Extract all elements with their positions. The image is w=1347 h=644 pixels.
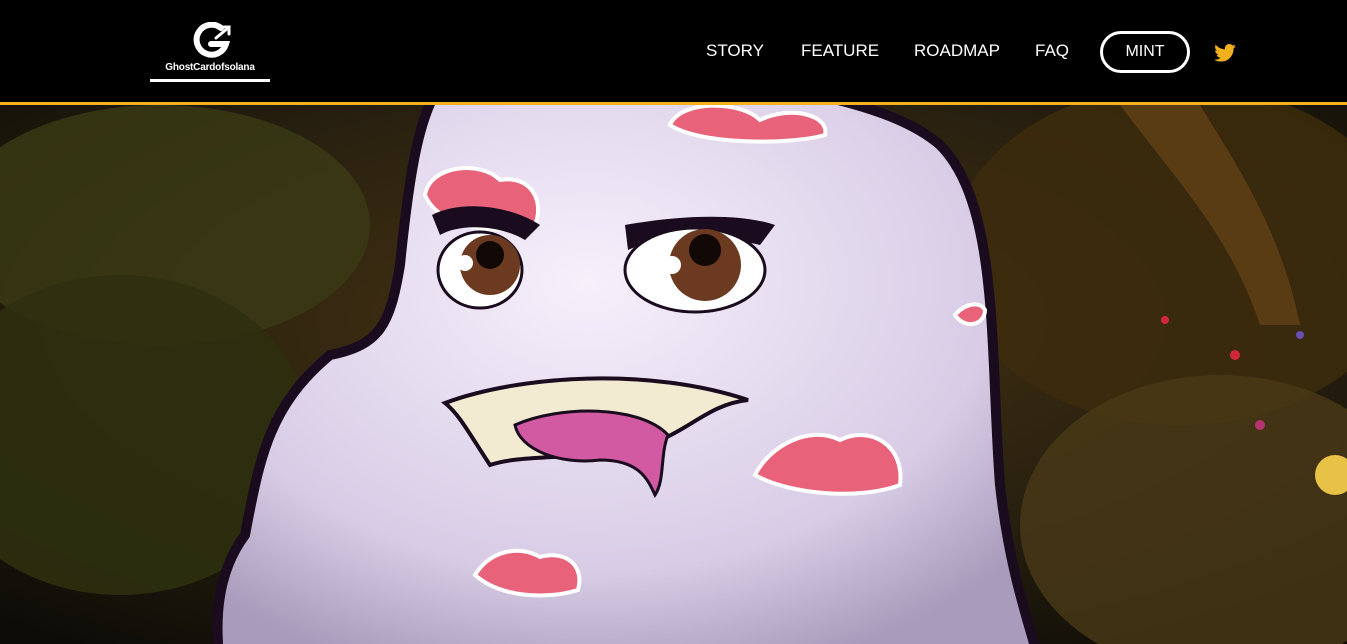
nav-faq[interactable]: FAQ bbox=[1035, 41, 1069, 61]
mint-button[interactable]: MINT bbox=[1100, 31, 1190, 73]
top-navbar: GhostCardofsolana STORY FEATURE ROADMAP … bbox=[0, 0, 1347, 105]
nav-feature[interactable]: FEATURE bbox=[801, 41, 879, 61]
nav-roadmap[interactable]: ROADMAP bbox=[914, 41, 1000, 61]
brand-logo[interactable]: GhostCardofsolana bbox=[148, 21, 272, 86]
twitter-icon[interactable] bbox=[1214, 44, 1236, 62]
hero-illustration bbox=[0, 105, 1347, 644]
nav-story[interactable]: STORY bbox=[706, 41, 764, 61]
logo-g-icon bbox=[193, 21, 231, 58]
hero-banner bbox=[0, 105, 1347, 644]
brand-underline bbox=[150, 79, 270, 82]
brand-name: GhostCardofsolana bbox=[165, 62, 255, 73]
